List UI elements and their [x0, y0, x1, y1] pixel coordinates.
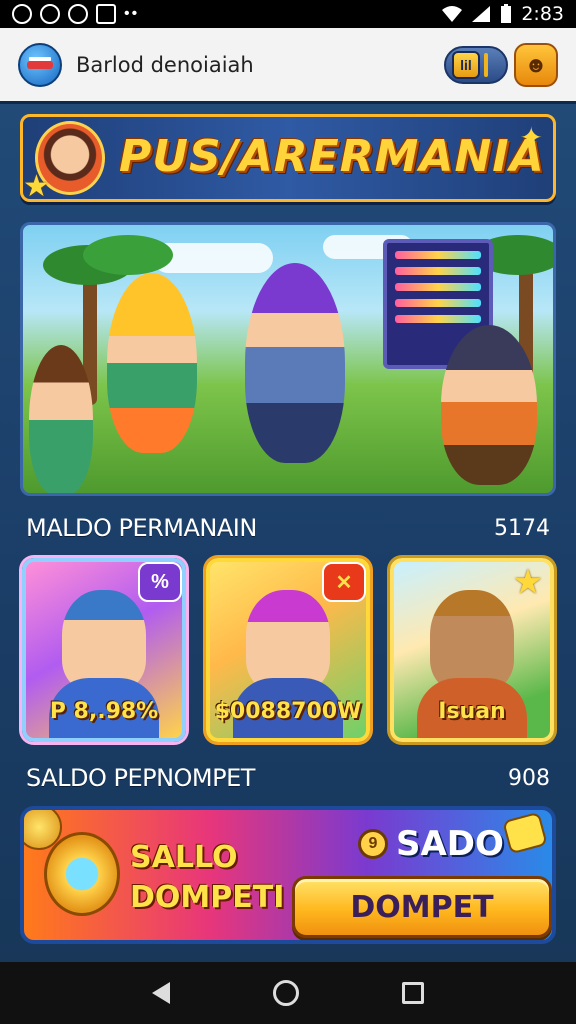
- app-title: Barlod denoiaiah: [76, 52, 254, 77]
- image-icon: [96, 4, 116, 24]
- wallet-line2: DOMPETI: [130, 880, 285, 915]
- clock-icon: [68, 4, 88, 24]
- card3-character: [430, 590, 514, 690]
- profile-face-icon[interactable]: ☻: [514, 42, 558, 87]
- offer-card-3[interactable]: ★ Isuan: [390, 558, 554, 742]
- hero-illustration[interactable]: [20, 222, 556, 496]
- card1-price: P 8,.98%: [49, 699, 159, 724]
- status-bar: •• 2:83: [0, 0, 576, 28]
- back-icon[interactable]: [151, 982, 170, 1004]
- more-notifications-icon: ••: [124, 5, 140, 22]
- sparkle-icon: ✦: [519, 122, 543, 153]
- section1-value: 5174: [494, 515, 550, 541]
- wallet-line1: SALLO: [130, 840, 238, 875]
- level-pill[interactable]: lil: [444, 45, 508, 84]
- battery-icon: [501, 4, 512, 23]
- offer-card-1[interactable]: % P 8,.98%: [22, 558, 186, 742]
- app-logo-icon[interactable]: [18, 42, 62, 87]
- discount-badge-icon: %: [138, 562, 182, 602]
- circle-icon: [40, 4, 60, 24]
- hero-character-blonde: [107, 273, 197, 453]
- sync-icon: [12, 4, 32, 24]
- wallet-emblem-icon: [44, 832, 120, 916]
- card3-label: Isuan: [438, 699, 506, 724]
- star-icon: ★: [23, 170, 50, 203]
- card1-character: [62, 590, 146, 690]
- section2-value: 908: [508, 765, 550, 791]
- card2-character: [246, 590, 330, 690]
- recent-apps-icon[interactable]: [402, 982, 425, 1004]
- system-nav-bar: [0, 962, 576, 1024]
- title-banner: ★ PUS/ARERMANIA ✦: [20, 114, 556, 203]
- level-badge: lil: [452, 50, 480, 79]
- section2-label: SALDO PEPNOMPET: [26, 764, 255, 792]
- hero-character-right: [441, 325, 537, 485]
- wifi-icon: [442, 6, 463, 22]
- card2-price: $0088700W: [214, 699, 362, 724]
- wallet-title: SALLO DOMPETI: [130, 838, 284, 918]
- home-icon[interactable]: [272, 980, 299, 1006]
- saldo-display: 9 SADO: [358, 824, 504, 864]
- heart-icon: [502, 811, 548, 855]
- game-title: PUS/ARERMANIA: [119, 131, 545, 182]
- saldo-pin-icon: 9: [358, 829, 388, 859]
- section1-label: MALDO PERMANAIN: [26, 514, 257, 542]
- level-bar: [484, 52, 488, 77]
- clock-time: 2:83: [521, 3, 564, 25]
- card-row: % P 8,.98% ✕ $0088700W ★ Isuan: [22, 558, 554, 742]
- section-header-2: SALDO PEPNOMPET 908: [26, 764, 550, 792]
- close-badge-icon: ✕: [322, 562, 366, 602]
- section-header-1: MALDO PERMANAIN 5174: [26, 514, 550, 542]
- main-content: ★ PUS/ARERMANIA ✦ MALDO PERMANAIN 5174 %…: [0, 104, 576, 962]
- dompet-button[interactable]: DOMPET: [292, 876, 552, 938]
- hero-character-left: [29, 345, 93, 493]
- app-header: Barlod denoiaiah lil ☻: [0, 28, 576, 104]
- saldo-label: SADO: [396, 824, 504, 864]
- star-badge-icon: ★: [514, 565, 542, 599]
- hero-character-center: [245, 263, 345, 463]
- wallet-panel: SALLO DOMPETI 9 SADO DOMPET: [20, 806, 556, 944]
- offer-card-2[interactable]: ✕ $0088700W: [206, 558, 370, 742]
- signal-icon: [472, 6, 491, 22]
